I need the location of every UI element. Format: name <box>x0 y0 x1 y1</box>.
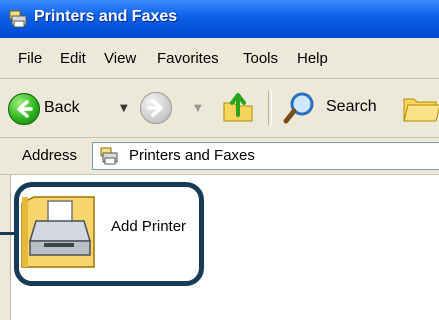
menu-tools[interactable]: Tools <box>243 50 278 67</box>
address-value: Printers and Faxes <box>129 147 255 164</box>
menu-help[interactable]: Help <box>297 50 328 67</box>
folders-icon[interactable] <box>402 91 439 125</box>
menu-file[interactable]: File <box>18 50 42 67</box>
forward-arrow-icon <box>147 99 163 117</box>
menu-bar: File Edit View Favorites Tools Help <box>0 38 439 79</box>
forward-dropdown-arrow-icon[interactable]: ▼ <box>194 103 202 114</box>
printer-folder-icon <box>8 9 30 29</box>
callout-pointer-line <box>0 232 16 235</box>
printer-folder-icon <box>99 146 121 166</box>
folder-up-icon[interactable] <box>220 89 256 125</box>
address-label: Address <box>22 147 78 164</box>
toolbar-separator <box>268 91 272 125</box>
back-button-label: Back <box>44 99 80 116</box>
window-left-edge <box>0 175 11 320</box>
menu-edit[interactable]: Edit <box>60 50 86 67</box>
callout-highlight-frame <box>14 182 204 286</box>
window-title: Printers and Faxes <box>34 8 178 25</box>
menu-favorites[interactable]: Favorites <box>157 50 219 67</box>
forward-button[interactable] <box>140 92 172 124</box>
address-bar: Address Printers and Faxes <box>0 138 439 175</box>
menu-view[interactable]: View <box>104 50 136 67</box>
title-bar[interactable]: Printers and Faxes <box>0 0 439 38</box>
search-icon[interactable] <box>282 91 316 125</box>
search-button-label[interactable]: Search <box>326 98 377 116</box>
back-dropdown-arrow-icon[interactable]: ▼ <box>120 103 128 114</box>
back-arrow-icon <box>8 93 40 125</box>
standard-toolbar: Back ▼ ▼ Search <box>0 79 439 138</box>
address-field[interactable]: Printers and Faxes <box>92 142 439 170</box>
